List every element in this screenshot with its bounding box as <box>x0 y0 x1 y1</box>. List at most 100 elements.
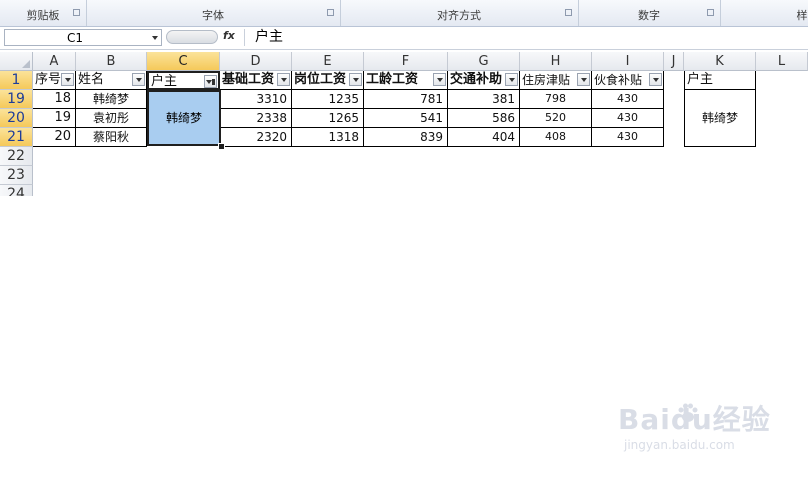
column-header-j[interactable]: J <box>664 52 684 71</box>
cell-seniority[interactable]: 839 <box>364 128 448 147</box>
table-header-cell[interactable]: 岗位工资 <box>292 71 364 90</box>
header-label: 伙食补贴 <box>594 73 643 87</box>
ribbon-group-clipboard: 剪贴板 <box>0 0 87 26</box>
cell-name[interactable]: 袁初彤 <box>76 109 147 128</box>
row-header[interactable]: 22 <box>0 147 33 166</box>
name-box[interactable]: C1 <box>4 29 162 46</box>
column-header-c[interactable]: C <box>147 52 220 71</box>
cell-meal[interactable]: 430 <box>592 128 664 147</box>
ribbon-group-font: 字体 <box>86 0 341 26</box>
header-label: 姓名 <box>78 72 105 87</box>
cell-transport[interactable]: 404 <box>448 128 520 147</box>
row-header[interactable]: 21 <box>0 128 33 147</box>
filter-dropdown-icon[interactable] <box>577 73 590 86</box>
ribbon-group-number: 数字 <box>578 0 721 26</box>
worksheet-grid: A B C D E F G H I J K L 1 19 20 21 22 23… <box>0 52 808 196</box>
cell-meal[interactable]: 430 <box>592 109 664 128</box>
table-header-cell[interactable]: 住房津贴 <box>520 71 592 90</box>
side-table-value[interactable]: 韩绮梦 <box>684 90 756 147</box>
formula-bar: C1 fx 户主 <box>0 27 808 50</box>
ribbon-group-alignment: 对齐方式 <box>340 0 579 26</box>
ribbon-group-styles: 样 <box>720 0 808 26</box>
row-header[interactable]: 23 <box>0 166 33 185</box>
cell-post[interactable]: 1235 <box>292 90 364 109</box>
table-header-cell[interactable]: 工龄工资 <box>364 71 448 90</box>
filter-active-icon[interactable] <box>204 75 217 88</box>
cell-transport[interactable]: 381 <box>448 90 520 109</box>
filter-dropdown-icon[interactable] <box>277 73 290 86</box>
cell-base[interactable]: 2338 <box>220 109 292 128</box>
filter-dropdown-icon[interactable] <box>649 73 662 86</box>
header-label: 岗位工资 <box>294 72 347 87</box>
cell-seniority[interactable]: 541 <box>364 109 448 128</box>
header-label: 基础工资 <box>222 72 275 87</box>
cell-name[interactable]: 蔡阳秋 <box>76 128 147 147</box>
column-header-e[interactable]: E <box>292 52 364 71</box>
cell-seq[interactable]: 18 <box>33 90 76 109</box>
name-box-value: C1 <box>67 31 84 45</box>
watermark-url: jingyan.baidu.com <box>624 438 735 452</box>
row-header[interactable]: 24 <box>0 185 33 196</box>
table-header-cell[interactable]: 序号 <box>33 71 76 90</box>
select-all-button[interactable] <box>0 52 33 71</box>
ribbon-group-label: 对齐方式 <box>437 9 481 22</box>
table-header-cell[interactable]: 伙食补贴 <box>592 71 664 90</box>
row-header[interactable]: 19 <box>0 90 33 109</box>
ribbon: 剪贴板 字体 对齐方式 数字 样 <box>0 0 808 27</box>
dialog-launcher-icon[interactable] <box>327 9 334 16</box>
chevron-down-icon[interactable] <box>152 36 158 40</box>
ribbon-group-label: 数字 <box>638 9 660 22</box>
header-label: 住房津贴 <box>522 73 571 87</box>
filter-dropdown-icon[interactable] <box>433 73 446 86</box>
row-header[interactable]: 1 <box>0 71 33 90</box>
cell-seq[interactable]: 20 <box>33 128 76 147</box>
dialog-launcher-icon[interactable] <box>707 9 714 16</box>
selected-merged-cell[interactable]: 韩绮梦 <box>147 90 221 146</box>
cell-post[interactable]: 1265 <box>292 109 364 128</box>
header-label: 户主 <box>151 74 178 89</box>
column-header-d[interactable]: D <box>220 52 292 71</box>
cell-housing[interactable]: 520 <box>520 109 592 128</box>
table-header-cell-selected[interactable]: 户主 <box>147 71 220 90</box>
dialog-launcher-icon[interactable] <box>565 9 572 16</box>
formula-controls: fx <box>166 29 240 46</box>
cell-post[interactable]: 1318 <box>292 128 364 147</box>
column-header-a[interactable]: A <box>33 52 76 71</box>
insert-function-icon[interactable]: fx <box>223 29 235 42</box>
column-header-b[interactable]: B <box>76 52 147 71</box>
header-label: 工龄工资 <box>366 72 419 87</box>
header-label: 序号 <box>35 72 62 87</box>
cell-name[interactable]: 韩绮梦 <box>76 90 147 109</box>
column-header-k[interactable]: K <box>684 52 756 71</box>
cell-transport[interactable]: 586 <box>448 109 520 128</box>
cell-base[interactable]: 3310 <box>220 90 292 109</box>
cell-meal[interactable]: 430 <box>592 90 664 109</box>
cell-seq[interactable]: 19 <box>33 109 76 128</box>
cell-seniority[interactable]: 781 <box>364 90 448 109</box>
cell-housing[interactable]: 408 <box>520 128 592 147</box>
header-label: 交通补助 <box>450 72 503 87</box>
formula-input[interactable]: 户主 <box>244 29 804 46</box>
column-header-f[interactable]: F <box>364 52 448 71</box>
row-header[interactable]: 20 <box>0 109 33 128</box>
filter-dropdown-icon[interactable] <box>349 73 362 86</box>
table-header-cell[interactable]: 交通补助 <box>448 71 520 90</box>
filter-dropdown-icon[interactable] <box>61 73 74 86</box>
dialog-launcher-icon[interactable] <box>73 9 80 16</box>
filter-dropdown-icon[interactable] <box>132 73 145 86</box>
ribbon-group-label: 字体 <box>202 9 224 22</box>
table-header-cell[interactable]: 基础工资 <box>220 71 292 90</box>
filter-dropdown-icon[interactable] <box>505 73 518 86</box>
side-table-header[interactable]: 户主 <box>684 71 756 90</box>
column-header-g[interactable]: G <box>448 52 520 71</box>
column-header-l[interactable]: L <box>756 52 808 71</box>
fill-handle[interactable] <box>218 143 225 150</box>
ribbon-group-label: 样 <box>796 9 808 22</box>
formula-bar-resize-handle[interactable] <box>166 30 218 44</box>
cell-base[interactable]: 2320 <box>220 128 292 147</box>
cell-housing[interactable]: 798 <box>520 90 592 109</box>
column-header-h[interactable]: H <box>520 52 592 71</box>
paw-icon <box>678 403 698 422</box>
table-header-cell[interactable]: 姓名 <box>76 71 147 90</box>
column-header-i[interactable]: I <box>592 52 664 71</box>
